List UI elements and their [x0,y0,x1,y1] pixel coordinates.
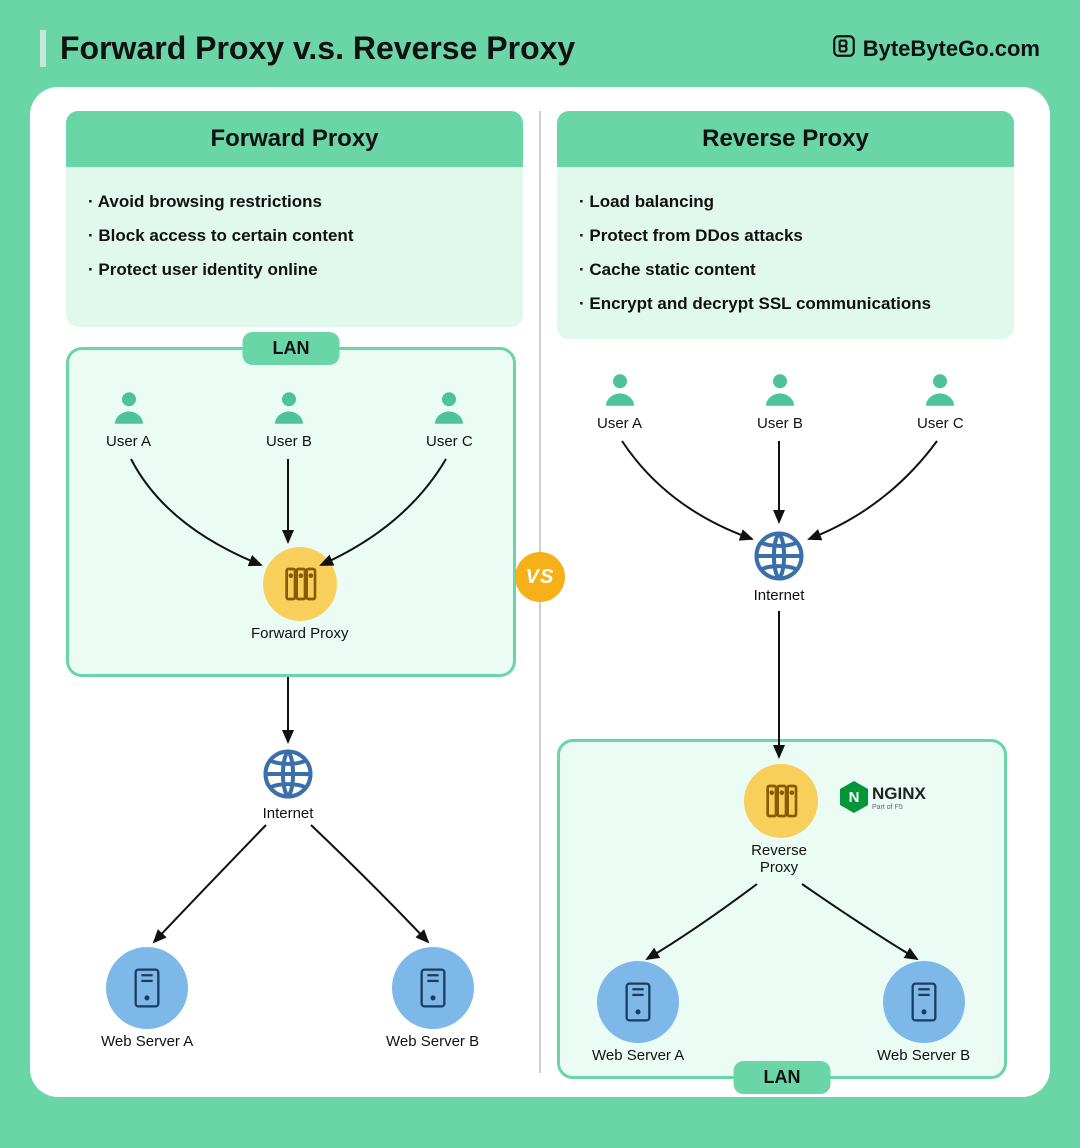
globe-icon [261,747,315,801]
user-a: User A [597,369,642,432]
forward-proxy-node: Forward Proxy [251,547,349,642]
internet-node: Internet [752,529,806,604]
brand: ByteByteGo.com [831,33,1040,65]
nginx-text: NGINX [872,784,926,803]
user-icon [599,369,641,411]
proxy-icon [263,547,337,621]
bullet: · Block access to certain content [88,219,501,253]
user-icon [759,369,801,411]
bullet: · Cache static content [579,253,992,287]
globe-icon [752,529,806,583]
user-b: User B [266,387,312,450]
user-icon [108,387,150,429]
user-b: User B [757,369,803,432]
user-c: User C [426,387,473,450]
user-icon [268,387,310,429]
bullet: · Protect user identity online [88,253,501,287]
bullet: · Encrypt and decrypt SSL communications [579,287,992,321]
nginx-sub: Part of F5 [872,804,926,811]
user-c: User C [917,369,964,432]
lan-label: LAN [243,332,340,365]
server-b: Web Server B [877,961,970,1064]
reverse-bullets: · Load balancing · Protect from DDos att… [557,167,1014,339]
server-icon [597,961,679,1043]
server-b: Web Server B [386,947,479,1050]
user-icon [919,369,961,411]
server-icon [883,961,965,1043]
brand-text: ByteByteGo.com [863,36,1040,62]
internet-node: Internet [261,747,315,822]
reverse-heading: Reverse Proxy [557,111,1014,167]
proxy-icon [744,764,818,838]
reverse-proxy-node: Reverse Proxy [742,764,819,876]
server-a: Web Server A [592,961,684,1064]
bullet: · Protect from DDos attacks [579,219,992,253]
server-icon [392,947,474,1029]
forward-column: Forward Proxy · Avoid browsing restricti… [54,111,535,1073]
forward-diagram: LAN User A User B User C Forward Proxy [66,347,523,1073]
forward-heading: Forward Proxy [66,111,523,167]
bullet: · Avoid browsing restrictions [88,185,501,219]
server-icon [106,947,188,1029]
page-title: Forward Proxy v.s. Reverse Proxy [40,30,575,67]
reverse-diagram: User A User B User C Internet LAN [557,359,1014,1073]
nginx-logo: N NGINX Part of F5 [840,781,926,813]
user-icon [428,387,470,429]
server-a: Web Server A [101,947,193,1050]
forward-bullets: · Avoid browsing restrictions · Block ac… [66,167,523,327]
brand-icon [831,33,857,65]
nginx-hex-icon: N [840,781,868,813]
user-a: User A [106,387,151,450]
bullet: · Load balancing [579,185,992,219]
reverse-column: Reverse Proxy · Load balancing · Protect… [545,111,1026,1073]
comparison-card: Forward Proxy · Avoid browsing restricti… [30,87,1050,1097]
header: Forward Proxy v.s. Reverse Proxy ByteByt… [30,30,1050,67]
lan-label: LAN [734,1061,831,1094]
